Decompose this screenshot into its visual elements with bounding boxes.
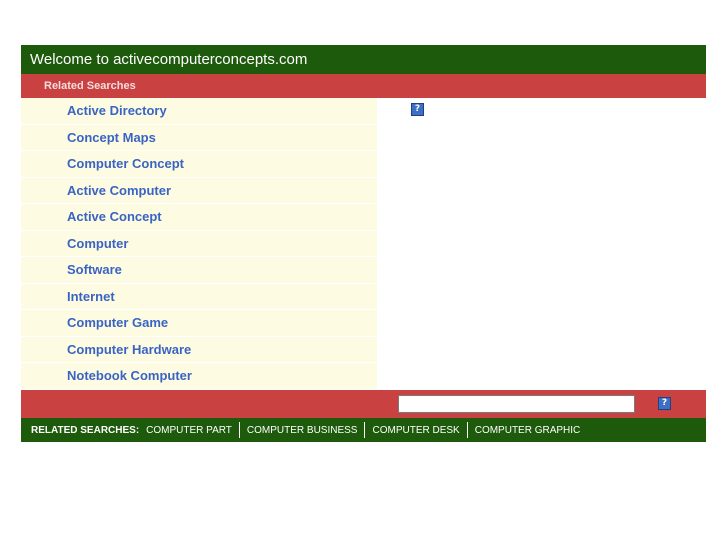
related-link[interactable]: Internet (67, 289, 115, 304)
search-help-icon[interactable]: ? (658, 397, 671, 410)
related-link[interactable]: Computer Game (67, 315, 168, 330)
related-link[interactable]: Computer Concept (67, 156, 184, 171)
footer-link-computer-part[interactable]: COMPUTER PART (146, 425, 232, 436)
list-item[interactable]: Computer Game (21, 310, 377, 337)
search-input[interactable] (398, 395, 635, 413)
footer-divider (364, 422, 366, 438)
footer-link-computer-business[interactable]: COMPUTER BUSINESS (247, 425, 358, 436)
related-link[interactable]: Active Computer (67, 183, 171, 198)
footer-related-searches: RELATED SEARCHES: COMPUTER PART COMPUTER… (21, 418, 706, 442)
list-item[interactable]: Active Directory (21, 98, 377, 125)
footer-divider (238, 422, 240, 438)
list-item[interactable]: Concept Maps (21, 125, 377, 151)
footer-link-computer-graphic[interactable]: COMPUTER GRAPHIC (475, 425, 581, 436)
list-item[interactable]: Software (21, 257, 377, 284)
site-header: Welcome to activecomputerconcepts.com (21, 45, 706, 74)
help-icon[interactable]: ? (411, 103, 424, 116)
related-searches-header: Related Searches (21, 74, 706, 98)
main-content: Active Directory Concept Maps Computer C… (21, 98, 706, 390)
footer-label: RELATED SEARCHES: (31, 424, 140, 436)
related-link[interactable]: Active Directory (67, 103, 167, 118)
related-link[interactable]: Notebook Computer (67, 368, 192, 383)
list-item[interactable]: Notebook Computer (21, 363, 377, 390)
related-link[interactable]: Software (67, 262, 122, 277)
related-link[interactable]: Computer (67, 236, 128, 251)
related-links-list: Active Directory Concept Maps Computer C… (21, 98, 377, 390)
site-title: Welcome to activecomputerconcepts.com (30, 51, 308, 68)
footer-link-computer-desk[interactable]: COMPUTER DESK (372, 425, 459, 436)
list-item[interactable]: Computer Concept (21, 151, 377, 178)
list-item[interactable]: Computer Hardware (21, 337, 377, 363)
footer-divider (466, 422, 468, 438)
ad-area: ? (377, 98, 706, 390)
page-container: Welcome to activecomputerconcepts.com Re… (21, 45, 706, 442)
list-item[interactable]: Computer (21, 231, 377, 257)
list-item[interactable]: Active Concept (21, 204, 377, 231)
list-item[interactable]: Active Computer (21, 178, 377, 204)
related-link[interactable]: Concept Maps (67, 130, 156, 145)
related-link[interactable]: Active Concept (67, 209, 162, 224)
related-searches-title: Related Searches (44, 80, 136, 92)
related-link[interactable]: Computer Hardware (67, 342, 191, 357)
list-item[interactable]: Internet (21, 284, 377, 310)
search-bar: ? (21, 390, 706, 418)
